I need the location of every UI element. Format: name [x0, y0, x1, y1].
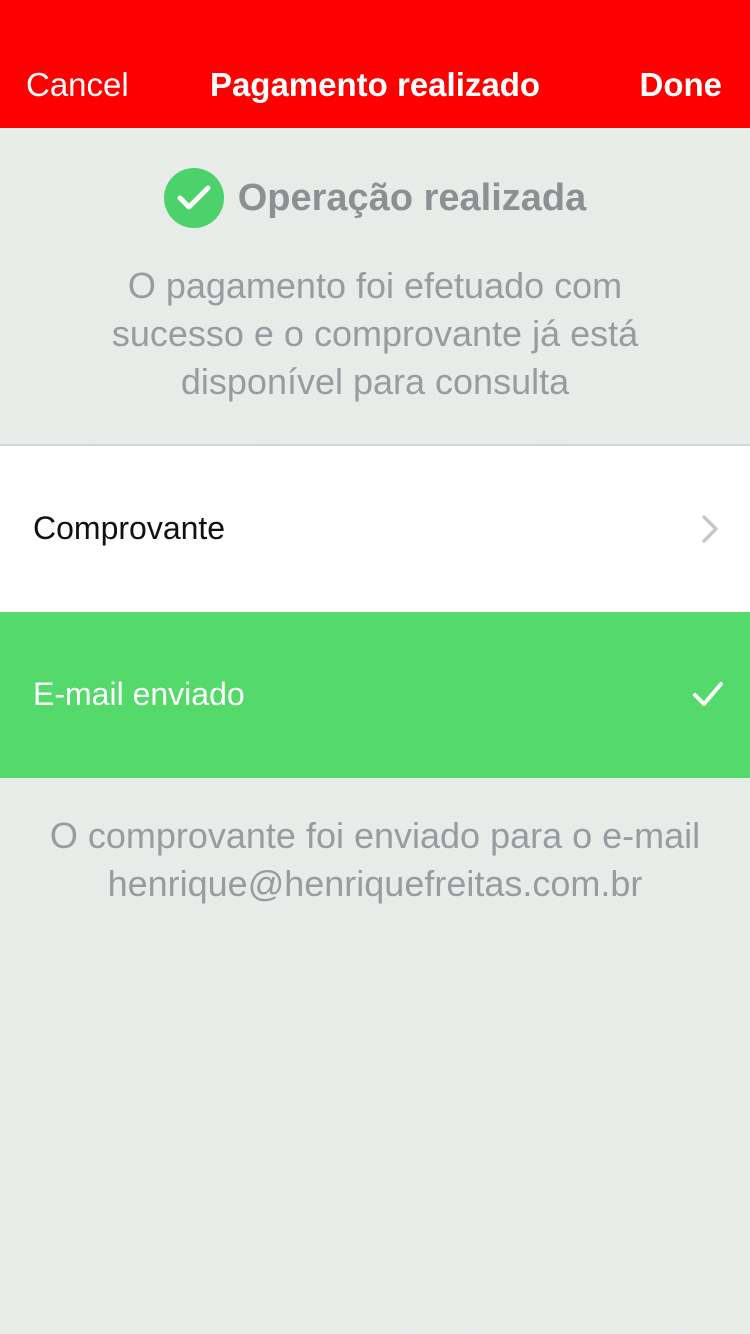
check-circle-icon: [163, 168, 224, 228]
email-confirmation-message: O comprovante foi enviado para o e-mail …: [49, 815, 701, 904]
done-button[interactable]: Done: [640, 64, 723, 106]
cancel-button[interactable]: Cancel: [26, 64, 129, 106]
chevron-right-icon: [700, 514, 720, 544]
receipt-label: Comprovante: [33, 510, 226, 546]
status-header: Operação realizada: [0, 168, 750, 228]
email-sent-label: E-mail enviado: [33, 676, 245, 712]
navigation-bar: Cancel Pagamento realizado Done: [0, 0, 750, 128]
status-message: O pagamento foi efetuado com sucesso e o…: [111, 265, 639, 402]
email-sent-row[interactable]: E-mail enviado: [0, 612, 750, 778]
status-title: Operação realizada: [237, 177, 587, 219]
receipt-row[interactable]: Comprovante: [0, 446, 750, 612]
checkmark-icon: [692, 680, 724, 708]
